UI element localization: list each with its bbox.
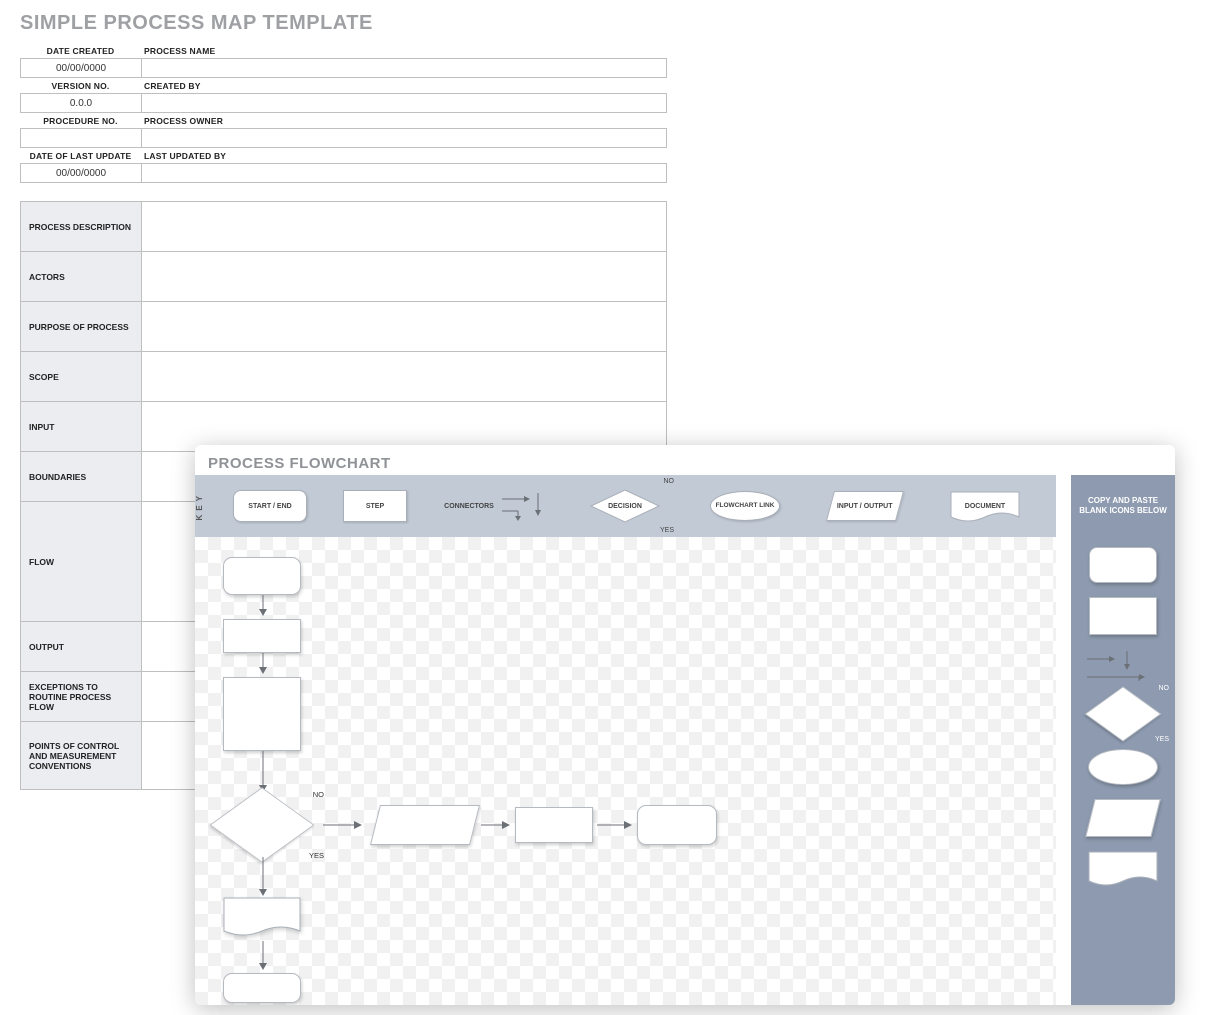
palette-parallelogram[interactable]: [1085, 799, 1160, 837]
details-label-0: PROCESS DESCRIPTION: [21, 202, 142, 252]
key-label-connectors: CONNECTORS: [444, 503, 494, 510]
details-label-9: POINTS OF CONTROL AND MEASUREMENT CONVEN…: [21, 722, 142, 790]
canvas-decision-no: NO: [313, 790, 324, 799]
page-title: SIMPLE PROCESS MAP TEMPLATE: [0, 0, 1218, 43]
canvas-node-process-2[interactable]: [223, 677, 301, 751]
canvas-node-process-3[interactable]: [515, 807, 593, 843]
flowchart-panel: PROCESS FLOWCHART KEY START / END STEP C…: [195, 445, 1175, 1005]
key-label: KEY: [195, 492, 215, 520]
meta-input-procedure-no[interactable]: [20, 128, 141, 148]
copy-paste-bar: COPY AND PASTE BLANK ICONS BELOW NO YES: [1071, 475, 1175, 1005]
palette-decision-no: NO: [1159, 685, 1170, 692]
canvas-arrow-right-2: [481, 820, 511, 830]
canvas-arrow-2: [258, 653, 268, 675]
canvas-node-process-1[interactable]: [223, 619, 301, 653]
palette-arrows[interactable]: [1083, 649, 1163, 679]
canvas-arrow-down-5: [258, 941, 268, 971]
meta-input-version-no[interactable]: 0.0.0: [20, 93, 141, 113]
canvas-arrow-right-1: [323, 820, 363, 830]
details-label-6: FLOW: [21, 502, 142, 622]
details-value-1[interactable]: [142, 252, 667, 302]
canvas-node-document[interactable]: [223, 897, 301, 941]
canvas-node-terminator-3[interactable]: [223, 973, 301, 1003]
canvas-arrow-1: [258, 595, 268, 617]
key-label-start-end: START / END: [248, 503, 291, 510]
meta-input-created-by[interactable]: [141, 93, 667, 113]
connector-arrows-icon: [500, 491, 546, 521]
meta-input-process-owner[interactable]: [141, 128, 667, 148]
copy-paste-header: COPY AND PASTE BLANK ICONS BELOW: [1071, 475, 1175, 537]
meta-label-date-created: DATE CREATED: [20, 43, 141, 58]
key-shape-flowchart-link: FLOWCHART LINK: [710, 491, 780, 521]
key-label-flowchart-link: FLOWCHART LINK: [716, 502, 775, 509]
flowchart-canvas[interactable]: NO YES: [195, 537, 1056, 1005]
key-label-decision-yes: YES: [660, 527, 674, 534]
meta-label-process-owner: PROCESS OWNER: [141, 113, 667, 128]
details-label-8: EXCEPTIONS TO ROUTINE PROCESS FLOW: [21, 672, 142, 722]
palette-process[interactable]: [1089, 597, 1157, 635]
key-shape-document: DOCUMENT: [950, 491, 1020, 521]
meta-area: DATE CREATED 00/00/0000 PROCESS NAME VER…: [20, 43, 667, 183]
palette-decision[interactable]: NO YES: [1083, 693, 1163, 735]
details-value-2[interactable]: [142, 302, 667, 352]
key-shape-decision: DECISION NO YES: [590, 489, 660, 523]
details-value-0[interactable]: [142, 202, 667, 252]
canvas-arrow-down-4: [258, 857, 268, 897]
canvas-node-terminator-1[interactable]: [223, 557, 301, 595]
meta-label-process-name: PROCESS NAME: [141, 43, 667, 58]
key-shape-terminator: START / END: [233, 490, 307, 522]
details-label-4: INPUT: [21, 402, 142, 452]
details-label-3: SCOPE: [21, 352, 142, 402]
palette-decision-yes: YES: [1155, 736, 1169, 743]
meta-label-last-updated-by: LAST UPDATED BY: [141, 148, 667, 163]
meta-label-created-by: CREATED BY: [141, 78, 667, 93]
key-label-input-output: INPUT / OUTPUT: [837, 503, 893, 510]
meta-label-date-last-update: DATE OF LAST UPDATE: [20, 148, 141, 163]
canvas-node-parallelogram[interactable]: [370, 805, 480, 845]
canvas-decision-yes: YES: [309, 851, 324, 860]
details-label-2: PURPOSE OF PROCESS: [21, 302, 142, 352]
meta-input-process-name[interactable]: [141, 58, 667, 78]
palette-document[interactable]: [1088, 851, 1158, 891]
canvas-arrow-3: [258, 751, 268, 793]
details-value-4[interactable]: [142, 402, 667, 452]
key-bar: KEY START / END STEP CONNECTORS: [195, 475, 1056, 537]
meta-label-version-no: VERSION NO.: [20, 78, 141, 93]
key-label-step: STEP: [366, 503, 384, 510]
canvas-arrow-right-3: [597, 820, 633, 830]
meta-input-date-last-update[interactable]: 00/00/0000: [20, 163, 141, 183]
meta-label-procedure-no: PROCEDURE NO.: [20, 113, 141, 128]
key-shape-process: STEP: [343, 490, 407, 522]
details-label-5: BOUNDARIES: [21, 452, 142, 502]
key-label-decision-no: NO: [664, 478, 675, 485]
details-value-3[interactable]: [142, 352, 667, 402]
details-label-7: OUTPUT: [21, 622, 142, 672]
flowchart-title: PROCESS FLOWCHART: [195, 445, 1175, 472]
key-label-decision: DECISION: [608, 503, 642, 510]
meta-input-last-updated-by[interactable]: [141, 163, 667, 183]
palette-ellipse[interactable]: [1088, 749, 1158, 785]
key-label-document: DOCUMENT: [965, 503, 1005, 510]
details-label-1: ACTORS: [21, 252, 142, 302]
canvas-node-terminator-2[interactable]: [637, 805, 717, 845]
meta-input-date-created[interactable]: 00/00/0000: [20, 58, 141, 78]
palette-terminator[interactable]: [1089, 547, 1157, 583]
key-shape-input-output: INPUT / OUTPUT: [826, 491, 904, 521]
canvas-node-decision[interactable]: NO YES: [207, 795, 317, 855]
